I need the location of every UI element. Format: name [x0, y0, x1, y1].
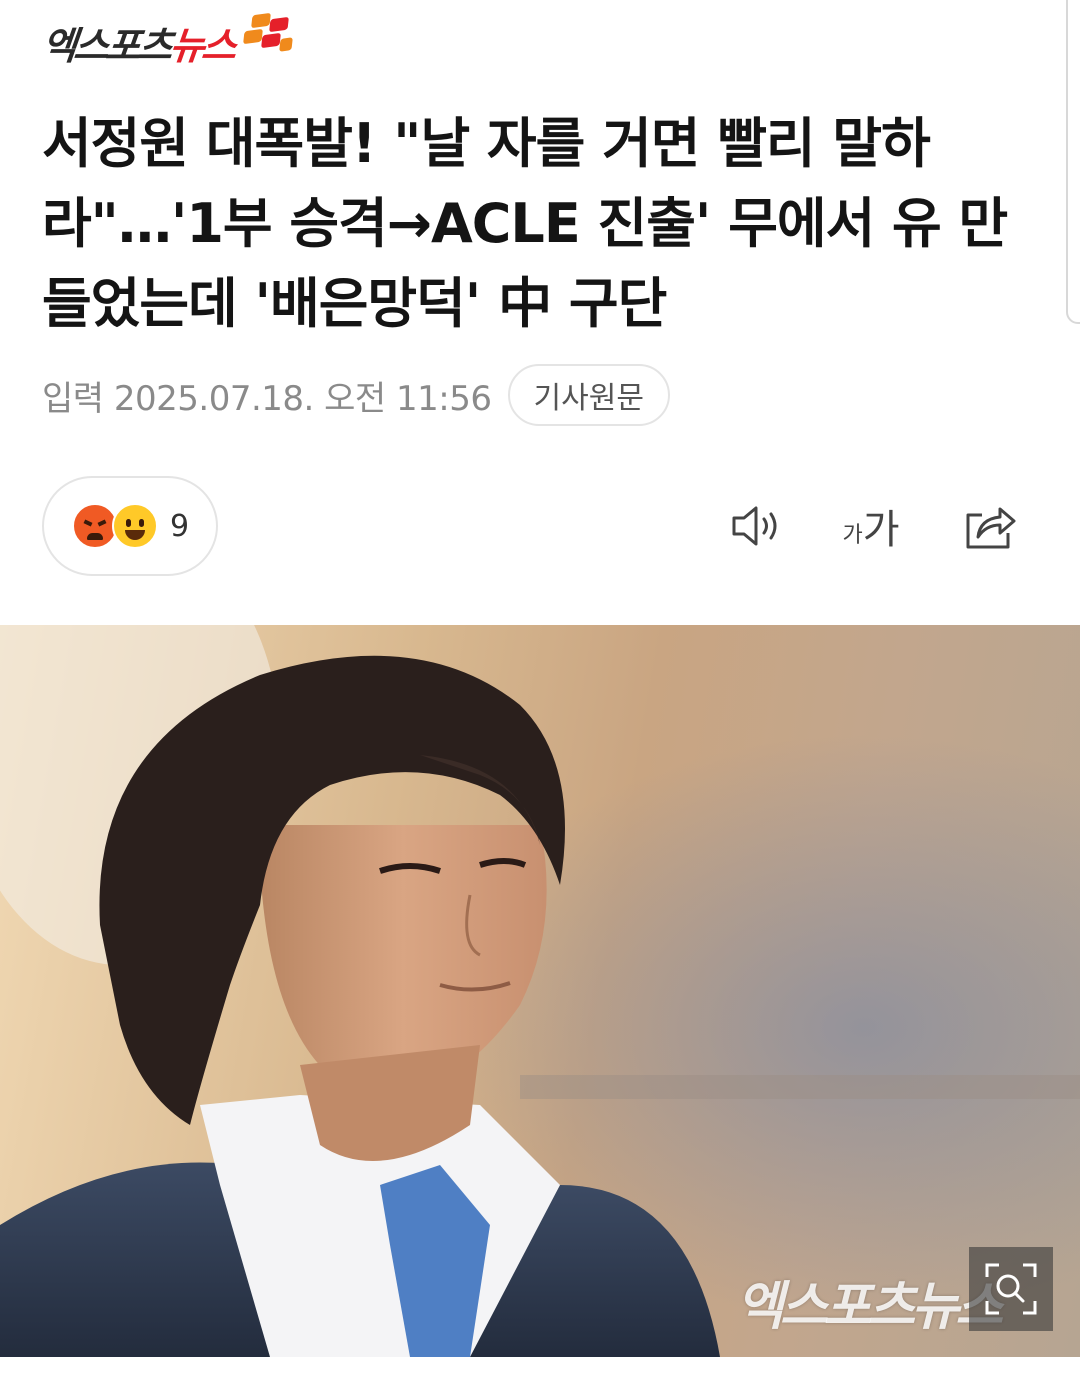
reaction-button[interactable]: 9 — [42, 476, 218, 576]
speaker-icon — [732, 506, 777, 546]
original-article-button[interactable]: 기사원문 — [507, 364, 670, 426]
photo-watermark: 엑스포츠뉴스 — [736, 1277, 1003, 1337]
logo-text-red: 뉴스 — [167, 24, 237, 68]
logo-wordmark: 엑스포츠뉴스 — [38, 8, 238, 84]
share-icon — [966, 507, 1016, 549]
share-button[interactable] — [960, 496, 1020, 556]
happy-emoji-icon — [112, 503, 158, 549]
site-logo[interactable]: 엑스포츠뉴스 — [40, 8, 293, 78]
logo-text-dark: 엑스포츠 — [39, 24, 173, 68]
article-photo — [0, 625, 1080, 1357]
scroll-edge — [1066, 0, 1080, 324]
article-toolbar: 가가 — [726, 496, 1020, 556]
tts-button[interactable] — [726, 496, 786, 556]
reaction-count: 9 — [170, 508, 190, 544]
zoom-icon — [985, 1263, 1037, 1315]
published-date: 입력 2025.07.18. 오전 11:56 — [42, 378, 492, 419]
font-size-button[interactable]: 가가 — [838, 496, 904, 556]
font-small-label: 가 — [842, 523, 863, 548]
logo-mark-icon — [240, 8, 293, 64]
font-large-label: 가 — [862, 507, 900, 553]
photo-zoom-button[interactable] — [969, 1247, 1053, 1331]
article-headline: 서정원 대폭발! "날 자를 거면 빨리 말하라"…'1부 승격→ACLE 진출… — [42, 112, 1008, 335]
coach-portrait-image — [0, 625, 1080, 1357]
article-meta: 입력 2025.07.18. 오전 11:56 기사원문 — [42, 362, 670, 428]
